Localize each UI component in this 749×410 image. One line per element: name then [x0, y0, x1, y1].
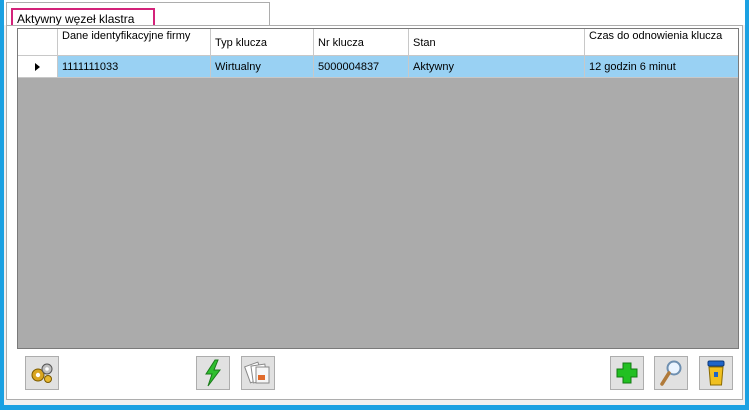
- add-button[interactable]: [610, 356, 644, 390]
- tab-active-cluster-node[interactable]: Aktywny węzeł klastra: [6, 2, 270, 28]
- column-header-czas[interactable]: Czas do odnowienia klucza: [585, 29, 738, 56]
- plus-icon: [616, 362, 638, 384]
- gears-icon: [31, 363, 53, 383]
- window-frame: Aktywny węzeł klastra Dane identyfikacyj…: [0, 0, 749, 410]
- tab-panel: Dane identyfikacyjne firmy Typ klucza Nr…: [6, 25, 743, 400]
- documents-icon: [244, 361, 270, 384]
- trash-icon: [707, 360, 725, 386]
- column-header-nr[interactable]: Nr klucza: [314, 29, 409, 56]
- table-row[interactable]: 1111111033 Wirtualny 5000004837 Aktywny …: [18, 56, 738, 78]
- cell-typ[interactable]: Wirtualny: [211, 56, 314, 78]
- settings-button[interactable]: [25, 356, 59, 390]
- search-button[interactable]: [654, 356, 688, 390]
- cell-czas[interactable]: 12 godzin 6 minut: [585, 56, 738, 78]
- magnifier-icon: [660, 360, 682, 386]
- column-header-typ[interactable]: Typ klucza: [211, 29, 314, 56]
- delete-button[interactable]: [699, 356, 733, 390]
- lightning-icon: [205, 359, 221, 387]
- cell-nr[interactable]: 5000004837: [314, 56, 409, 78]
- column-header-firma[interactable]: Dane identyfikacyjne firmy: [58, 29, 211, 56]
- keys-grid[interactable]: Dane identyfikacyjne firmy Typ klucza Nr…: [17, 28, 739, 349]
- column-header-stan[interactable]: Stan: [409, 29, 585, 56]
- cell-firma[interactable]: 1111111033: [58, 56, 211, 78]
- row-header-corner: [18, 29, 58, 56]
- current-row-arrow-icon: [35, 62, 40, 71]
- documents-button[interactable]: [241, 356, 275, 390]
- grid-header: Dane identyfikacyjne firmy Typ klucza Nr…: [18, 29, 738, 56]
- activate-button[interactable]: [196, 356, 230, 390]
- cell-stan[interactable]: Aktywny: [409, 56, 585, 78]
- tab-strip: Aktywny węzeł klastra: [4, 0, 745, 28]
- row-selector[interactable]: [18, 56, 58, 78]
